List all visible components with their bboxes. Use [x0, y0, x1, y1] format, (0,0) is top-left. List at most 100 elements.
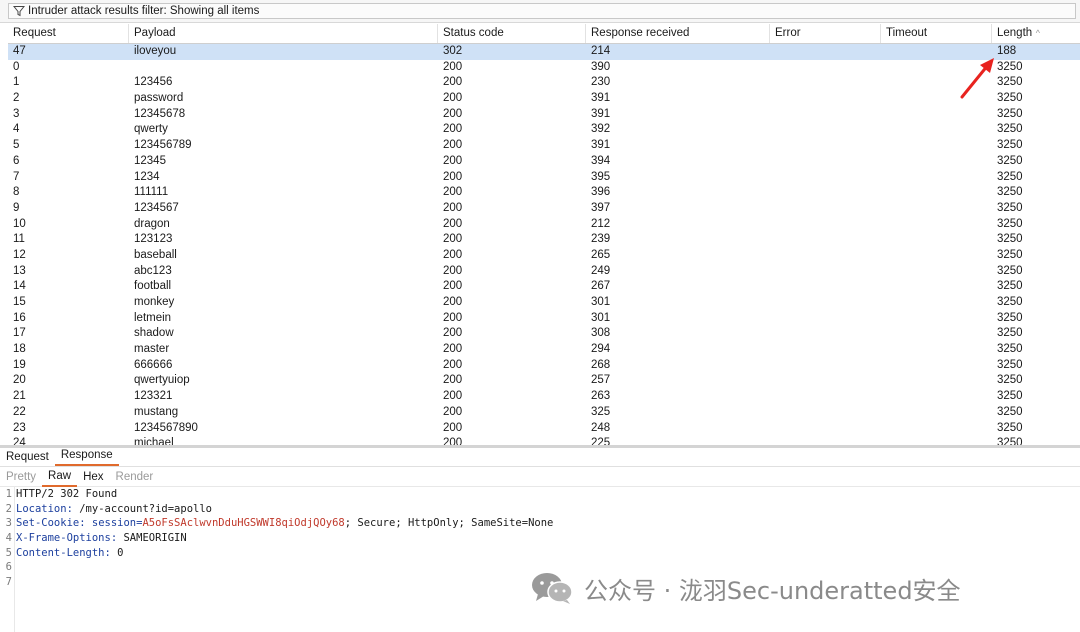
header-value: SAMEORIGIN: [117, 532, 187, 545]
line-number: 6: [5, 561, 12, 574]
column-header-length[interactable]: Length ^: [992, 24, 1080, 43]
column-header-error[interactable]: Error: [770, 24, 881, 43]
table-row[interactable]: 1 123456 200 230 3250: [8, 75, 1080, 91]
table-row[interactable]: 23 1234567890 200 248 3250: [8, 421, 1080, 437]
table-row[interactable]: 4 qwerty 200 392 3250: [8, 122, 1080, 138]
table-row[interactable]: 9 1234567 200 397 3250: [8, 201, 1080, 217]
cell-response-received: 301: [591, 296, 611, 308]
tab-pretty[interactable]: Pretty: [0, 468, 42, 486]
cell-payload: qwerty: [134, 123, 168, 136]
cell-length: 3250: [997, 327, 1023, 340]
filter-bar[interactable]: Intruder attack results filter: Showing …: [0, 0, 1080, 23]
results-table[interactable]: Request Payload Status code Response rec…: [8, 24, 1080, 445]
table-row[interactable]: 8 111111 200 396 3250: [8, 185, 1080, 201]
table-row[interactable]: 11 123123 200 239 3250: [8, 232, 1080, 248]
cell-payload: baseball: [134, 248, 177, 261]
cookie-value: A5oFsSAclwvnDduHGSWWI8qiOdjQOy68: [142, 517, 345, 530]
table-row[interactable]: 10 dragon 200 212 3250: [8, 217, 1080, 233]
cell-status-code: 200: [443, 390, 463, 403]
cell-payload: 123123: [134, 233, 173, 246]
cell-length: 3250: [997, 280, 1023, 293]
cell-length: 3250: [997, 374, 1023, 387]
watermark: 公众号 · 泷羽Sec-underatted安全: [530, 568, 961, 608]
cell-length: 3250: [997, 154, 1023, 167]
table-row[interactable]: 20 qwertyuiop 200 257 3250: [8, 373, 1080, 389]
table-row[interactable]: 12 baseball 200 265 3250: [8, 248, 1080, 264]
cell-response-received: 214: [591, 45, 611, 57]
cell-length: 3250: [997, 107, 1023, 120]
line-number: 3: [5, 517, 12, 530]
line-number: 4: [5, 532, 12, 545]
cell-length: 3250: [997, 170, 1023, 183]
cell-payload: 123321: [134, 390, 173, 403]
cell-length: 3250: [997, 405, 1023, 418]
cell-timeout: [881, 279, 992, 295]
tab-hex[interactable]: Hex: [77, 468, 109, 486]
cell-error: [770, 201, 881, 217]
cell-length: 3250: [997, 296, 1023, 308]
cell-timeout: [881, 248, 992, 264]
cell-request: 20: [13, 374, 26, 387]
table-row[interactable]: 24 michael 200 225 3250: [8, 436, 1080, 445]
cell-payload: shadow: [134, 327, 174, 340]
table-row[interactable]: 19 666666 200 268 3250: [8, 358, 1080, 374]
tab-response[interactable]: Response: [54, 447, 119, 466]
column-header-request[interactable]: Request: [8, 24, 129, 43]
cell-request: 10: [13, 217, 26, 230]
cell-timeout: [881, 326, 992, 342]
table-row[interactable]: 2 password 200 391 3250: [8, 91, 1080, 107]
tab-raw[interactable]: Raw: [42, 467, 78, 487]
cell-response-received: 230: [591, 76, 611, 89]
cell-payload: 666666: [134, 358, 173, 371]
cell-response-received: 225: [591, 437, 611, 445]
table-row[interactable]: 18 master 200 294 3250: [8, 342, 1080, 358]
tab-render[interactable]: Render: [110, 468, 160, 486]
cell-error: [770, 358, 881, 374]
tab-request[interactable]: Request: [0, 449, 55, 466]
table-row[interactable]: 22 mustang 200 325 3250: [8, 405, 1080, 421]
table-row[interactable]: 5 123456789 200 391 3250: [8, 138, 1080, 154]
cell-error: [770, 44, 881, 60]
cell-error: [770, 232, 881, 248]
cell-timeout: [881, 421, 992, 437]
table-row[interactable]: 17 shadow 200 308 3250: [8, 326, 1080, 342]
cell-error: [770, 342, 881, 358]
cell-error: [770, 436, 881, 445]
column-header-timeout[interactable]: Timeout: [881, 24, 992, 43]
cell-payload: 123456789: [134, 139, 192, 152]
cell-request: 47: [13, 45, 26, 57]
column-header-payload[interactable]: Payload: [129, 24, 438, 43]
cell-timeout: [881, 185, 992, 201]
cell-payload: 1234: [134, 170, 160, 183]
view-tabs: Pretty Raw Hex Render: [0, 467, 1080, 487]
response-editor[interactable]: 1 HTTP/2 302 Found 2 Location: /my-accou…: [0, 487, 1080, 632]
cell-timeout: [881, 295, 992, 311]
table-row[interactable]: 21 123321 200 263 3250: [8, 389, 1080, 405]
cell-timeout: [881, 232, 992, 248]
cell-status-code: 200: [443, 327, 463, 340]
column-header-status-code[interactable]: Status code: [438, 24, 586, 43]
response-line: 4 X-Frame-Options: SAMEORIGIN: [0, 531, 1080, 546]
table-row[interactable]: 7 1234 200 395 3250: [8, 170, 1080, 186]
filter-box[interactable]: Intruder attack results filter: Showing …: [8, 3, 1076, 19]
table-row[interactable]: 15 monkey 200 301 3250: [8, 295, 1080, 311]
cell-request: 8: [13, 186, 20, 199]
red-arrow-icon: [960, 58, 994, 99]
cell-response-received: 294: [591, 343, 611, 356]
column-header-response-received[interactable]: Response received: [586, 24, 770, 43]
cell-status-code: 200: [443, 170, 463, 183]
header-value: /my-account?id=apollo: [72, 502, 212, 515]
table-row[interactable]: 6 12345 200 394 3250: [8, 154, 1080, 170]
table-row[interactable]: 16 letmein 200 301 3250: [8, 311, 1080, 327]
table-row[interactable]: 13 abc123 200 249 3250: [8, 264, 1080, 280]
cell-request: 22: [13, 405, 26, 418]
cell-status-code: 200: [443, 358, 463, 371]
cell-error: [770, 170, 881, 186]
wechat-icon: [532, 573, 573, 604]
table-row[interactable]: 0 200 390 3250: [8, 60, 1080, 76]
table-row-selected[interactable]: 47 iloveyou 302 214 188: [8, 44, 1080, 60]
cell-response-received: 212: [591, 217, 611, 230]
table-row[interactable]: 14 football 200 267 3250: [8, 279, 1080, 295]
cell-timeout: [881, 342, 992, 358]
table-row[interactable]: 3 12345678 200 391 3250: [8, 107, 1080, 123]
